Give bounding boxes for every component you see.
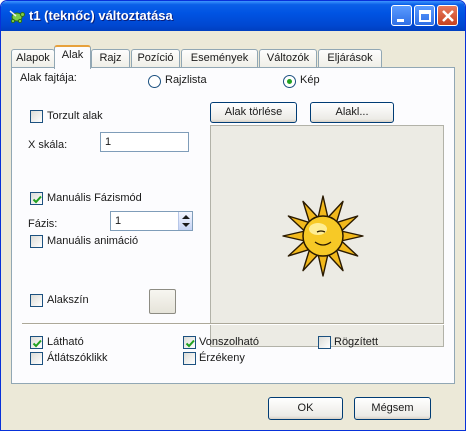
shape-button[interactable]: Alakl... — [310, 102, 394, 123]
clickthrough-label: Átlátszóklikk — [47, 352, 108, 364]
sun-icon — [282, 195, 364, 277]
clickthrough-checkbox[interactable] — [30, 352, 43, 365]
distorted-shape-label: Torzult alak — [47, 110, 103, 122]
tab-rajz[interactable]: Rajz — [91, 49, 130, 68]
checkmark-icon — [32, 195, 42, 204]
tab-panel-alak: Alak fajtája: Rajzlista Kép Torzult alak… — [11, 67, 455, 384]
manual-phase-label: Manuális Fázismód — [47, 192, 142, 204]
fixed-checkbox[interactable] — [318, 336, 331, 349]
minimize-icon — [397, 19, 404, 22]
checkmark-icon — [32, 339, 42, 348]
maximize-icon — [419, 10, 431, 22]
ok-button[interactable]: OK — [268, 397, 343, 420]
x-scale-label: X skála: — [28, 139, 68, 151]
tab-pozicio[interactable]: Pozíció — [131, 49, 180, 68]
draggable-label: Vonszolható — [199, 336, 259, 348]
shape-type-label: Alak fajtája: — [20, 72, 77, 84]
visible-label: Látható — [47, 336, 84, 348]
spin-arrows-icon — [182, 215, 190, 227]
tab-alak[interactable]: Alak — [54, 45, 91, 69]
shape-color-label: Alakszín — [47, 294, 89, 306]
visible-checkbox[interactable] — [30, 336, 43, 349]
dialog-window: t1 (teknőc) változtatása Alapok Alak Raj… — [0, 0, 466, 431]
manual-animation-checkbox[interactable] — [30, 235, 43, 248]
options-separator — [22, 323, 444, 325]
radio-selected-dot — [287, 79, 292, 84]
tab-esemenyek[interactable]: Események — [181, 49, 258, 68]
manual-animation-label: Manuális animáció — [47, 235, 139, 247]
manual-phase-checkbox[interactable] — [30, 192, 43, 205]
radio-image[interactable] — [283, 75, 296, 88]
sensitive-label: Érzékeny — [199, 352, 245, 364]
shape-color-swatch[interactable] — [149, 289, 176, 314]
distorted-shape-checkbox[interactable] — [30, 110, 43, 123]
radio-drawing-list-label[interactable]: Rajzlista — [165, 74, 207, 86]
maximize-button[interactable] — [414, 5, 435, 26]
shape-preview — [210, 125, 444, 347]
close-icon — [442, 10, 454, 22]
phase-spin-buttons[interactable] — [178, 212, 192, 230]
checkmark-icon — [185, 339, 195, 348]
tab-eljarasok[interactable]: Eljárások — [318, 49, 382, 68]
phase-label: Fázis: — [28, 218, 58, 230]
close-button[interactable] — [437, 5, 458, 26]
shape-color-checkbox[interactable] — [30, 294, 43, 307]
phase-value: 1 — [115, 215, 122, 227]
minimize-button[interactable] — [391, 5, 412, 26]
sensitive-checkbox[interactable] — [183, 352, 196, 365]
title-bar[interactable]: t1 (teknőc) változtatása — [1, 1, 465, 31]
tab-alapok[interactable]: Alapok — [11, 49, 55, 68]
x-scale-input[interactable]: 1 — [100, 132, 189, 152]
draggable-checkbox[interactable] — [183, 336, 196, 349]
delete-shape-button[interactable]: Alak törlése — [210, 102, 297, 123]
cancel-button[interactable]: Mégsem — [354, 397, 431, 420]
radio-drawing-list[interactable] — [148, 75, 161, 88]
phase-spinner[interactable]: 1 — [110, 211, 193, 231]
turtle-app-icon — [8, 8, 25, 25]
radio-image-label[interactable]: Kép — [300, 74, 320, 86]
window-title: t1 (teknőc) változtatása — [29, 8, 173, 23]
fixed-label: Rögzített — [334, 336, 379, 348]
tab-valtozok[interactable]: Változók — [259, 49, 317, 68]
